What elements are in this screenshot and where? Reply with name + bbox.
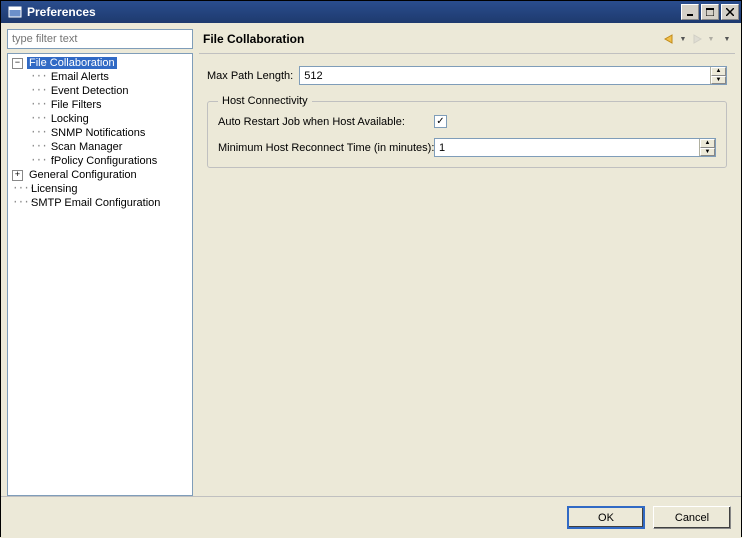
- nav-back-icon[interactable]: [661, 31, 677, 47]
- content-area: − File Collaboration ··· Email Alerts ··…: [1, 23, 741, 496]
- page-title: File Collaboration: [203, 32, 661, 46]
- left-panel: − File Collaboration ··· Email Alerts ··…: [7, 29, 193, 496]
- spinner-up-icon[interactable]: ▲: [711, 67, 726, 76]
- max-path-row: Max Path Length: ▲ ▼: [207, 66, 727, 85]
- titlebar: Preferences: [1, 1, 741, 23]
- auto-restart-label: Auto Restart Job when Host Available:: [218, 116, 428, 128]
- max-path-label: Max Path Length:: [207, 70, 293, 82]
- tree-item-snmp-notifications[interactable]: ··· SNMP Notifications: [8, 126, 192, 140]
- spinner-down-icon[interactable]: ▼: [711, 76, 726, 85]
- min-reconnect-input[interactable]: [435, 139, 699, 156]
- tree-item-general-configuration[interactable]: + General Configuration: [8, 168, 192, 182]
- minimize-button[interactable]: [681, 4, 699, 20]
- tree-item-email-alerts[interactable]: ··· Email Alerts: [8, 70, 192, 84]
- ok-button[interactable]: OK: [567, 506, 645, 529]
- close-button[interactable]: [721, 4, 739, 20]
- cancel-button[interactable]: Cancel: [653, 506, 731, 529]
- min-reconnect-spinner[interactable]: ▲ ▼: [434, 138, 716, 157]
- max-path-spinner[interactable]: ▲ ▼: [299, 66, 727, 85]
- tree-item-smtp-email-configuration[interactable]: ···· SMTP Email Configuration: [8, 196, 192, 210]
- tree-connector-icon: ····: [12, 183, 27, 195]
- min-reconnect-row: Minimum Host Reconnect Time (in minutes)…: [218, 138, 716, 157]
- nav-back-dropdown-icon[interactable]: ▼: [679, 36, 687, 43]
- nav-forward-icon[interactable]: [689, 31, 705, 47]
- tree-item-scan-manager[interactable]: ··· Scan Manager: [8, 140, 192, 154]
- tree-connector-icon: ···: [30, 155, 47, 167]
- tree-item-fpolicy-configurations[interactable]: ··· fPolicy Configurations: [8, 154, 192, 168]
- form-area: Max Path Length: ▲ ▼ Host Connectivity A…: [199, 66, 735, 168]
- tree-connector-icon: ···: [30, 71, 47, 83]
- auto-restart-checkbox[interactable]: ✓: [434, 115, 447, 128]
- tree-item-licensing[interactable]: ···· Licensing: [8, 182, 192, 196]
- maximize-button[interactable]: [701, 4, 719, 20]
- host-connectivity-group: Host Connectivity Auto Restart Job when …: [207, 95, 727, 168]
- page-header: File Collaboration ▼ ▼ ▼: [199, 29, 735, 54]
- tree-connector-icon: ···: [30, 85, 47, 97]
- spinner-up-icon[interactable]: ▲: [700, 139, 715, 148]
- tree-item-locking[interactable]: ··· Locking: [8, 112, 192, 126]
- window-controls: [681, 4, 739, 20]
- auto-restart-row: Auto Restart Job when Host Available: ✓: [218, 115, 716, 128]
- collapse-icon[interactable]: −: [12, 58, 23, 69]
- nav-forward-dropdown-icon[interactable]: ▼: [707, 36, 715, 43]
- window-title: Preferences: [27, 5, 681, 19]
- tree-item-event-detection[interactable]: ··· Event Detection: [8, 84, 192, 98]
- tree-connector-icon: ···: [30, 113, 47, 125]
- tree-connector-icon: ···: [30, 127, 47, 139]
- spinner-down-icon[interactable]: ▼: [700, 148, 715, 157]
- right-panel: File Collaboration ▼ ▼ ▼ Max Path Length…: [199, 29, 735, 496]
- tree-connector-icon: ···: [30, 99, 47, 111]
- filter-input[interactable]: [7, 29, 193, 49]
- menu-dropdown-icon[interactable]: ▼: [723, 36, 731, 43]
- app-icon: [7, 4, 23, 20]
- nav-buttons: ▼ ▼ ▼: [661, 31, 731, 47]
- button-bar: OK Cancel: [1, 496, 741, 538]
- tree-connector-icon: ····: [12, 197, 27, 209]
- expand-icon[interactable]: +: [12, 170, 23, 181]
- tree-item-file-collaboration[interactable]: − File Collaboration: [8, 56, 192, 70]
- preferences-tree[interactable]: − File Collaboration ··· Email Alerts ··…: [7, 53, 193, 496]
- host-connectivity-legend: Host Connectivity: [218, 95, 312, 107]
- tree-item-file-filters[interactable]: ··· File Filters: [8, 98, 192, 112]
- max-path-input[interactable]: [300, 67, 710, 84]
- min-reconnect-label: Minimum Host Reconnect Time (in minutes)…: [218, 142, 428, 154]
- tree-connector-icon: ···: [30, 141, 47, 153]
